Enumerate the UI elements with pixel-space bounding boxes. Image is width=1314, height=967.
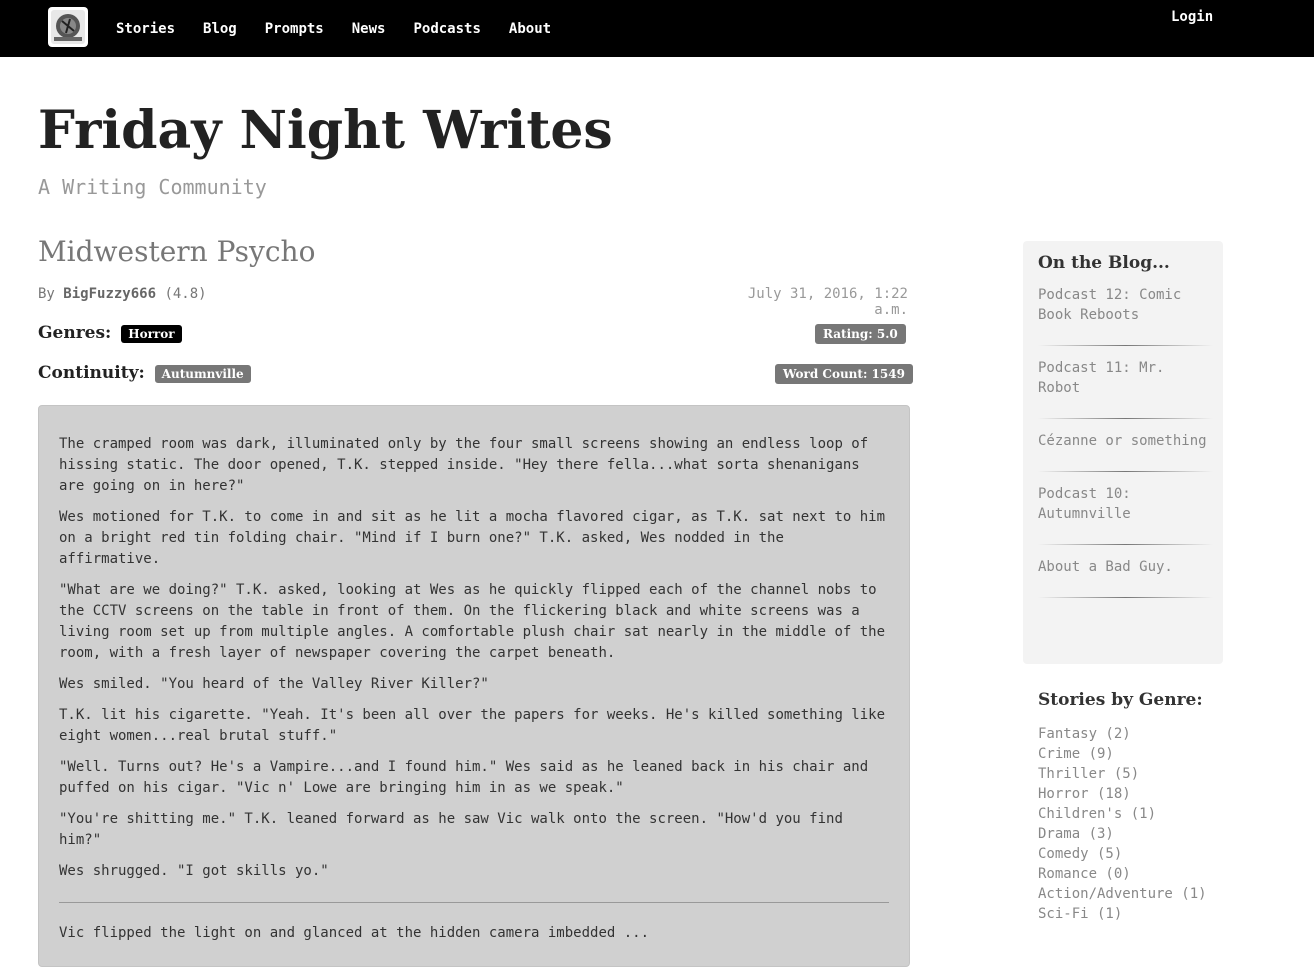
genre-tag[interactable]: Horror <box>121 324 182 343</box>
blog-link[interactable]: About a Bad Guy. <box>1038 557 1213 577</box>
genre-sidebar: Stories by Genre: Fantasy (2) Crime (9) … <box>1038 690 1238 924</box>
blog-link[interactable]: Podcast 11: Mr. Robot <box>1038 358 1213 398</box>
story-byline: By BigFuzzy666 (4.8) <box>38 286 207 302</box>
story-paragraph: The cramped room was dark, illuminated o… <box>59 436 869 494</box>
blog-link[interactable]: Cézanne or something <box>1038 431 1213 451</box>
story-paragraph: "You're shitting me." T.K. leaned forwar… <box>59 811 843 848</box>
byline-prefix: By <box>38 286 55 302</box>
story-paragraph: T.K. lit his cigarette. "Yeah. It's been… <box>59 707 886 744</box>
blog-divider <box>1038 345 1213 346</box>
rating-badge: Rating: 5.0 <box>815 324 906 344</box>
word-count-badge: Word Count: 1549 <box>775 364 913 384</box>
story-paragraph: Vic flipped the light on and glanced at … <box>59 925 650 941</box>
story-paragraph: "Well. Turns out? He's a Vampire...and I… <box>59 759 869 796</box>
blog-divider <box>1038 471 1213 472</box>
site-logo[interactable] <box>48 7 88 47</box>
blog-divider <box>1038 418 1213 419</box>
genre-heading: Stories by Genre: <box>1038 690 1203 710</box>
story-paragraph: Wes motioned for T.K. to come in and sit… <box>59 509 886 567</box>
top-navbar: Stories Blog Prompts News Podcasts About… <box>0 0 1314 57</box>
site-title[interactable]: Friday Night Writes <box>38 100 613 161</box>
nav-links: Stories Blog Prompts News Podcasts About <box>116 0 579 57</box>
genres-row: Genres: Horror <box>38 323 182 343</box>
nav-prompts[interactable]: Prompts <box>265 21 324 37</box>
scene-divider <box>59 902 889 903</box>
story-paragraph: Wes smiled. "You heard of the Valley Riv… <box>59 676 489 692</box>
genre-link-fantasy[interactable]: Fantasy (2) <box>1038 724 1238 744</box>
blog-link[interactable]: Podcast 10: Autumnville <box>1038 484 1213 524</box>
blog-sidebar: On the Blog... Podcast 12: Comic Book Re… <box>1023 241 1223 664</box>
genre-link-crime[interactable]: Crime (9) <box>1038 744 1238 764</box>
blog-heading: On the Blog... <box>1038 253 1170 273</box>
genre-link-drama[interactable]: Drama (3) <box>1038 824 1238 844</box>
author-link[interactable]: BigFuzzy666 <box>63 286 156 302</box>
genre-link-childrens[interactable]: Children's (1) <box>1038 804 1238 824</box>
site-subtitle: A Writing Community <box>38 175 267 199</box>
continuity-row: Continuity: Autumnville <box>38 363 251 383</box>
nav-about[interactable]: About <box>509 21 551 37</box>
continuity-label: Continuity: <box>38 363 145 383</box>
story-title: Midwestern Psycho <box>38 235 316 268</box>
blog-divider <box>1038 597 1213 598</box>
logo-icon <box>51 10 85 44</box>
author-rating: (4.8) <box>164 286 207 302</box>
login-link[interactable]: Login <box>1171 9 1213 25</box>
genre-link-comedy[interactable]: Comedy (5) <box>1038 844 1238 864</box>
genre-link-romance[interactable]: Romance (0) <box>1038 864 1238 884</box>
genre-link-sci-fi[interactable]: Sci-Fi (1) <box>1038 904 1238 924</box>
story-body: The cramped room was dark, illuminated o… <box>38 405 910 967</box>
genres-label: Genres: <box>38 323 112 343</box>
nav-stories[interactable]: Stories <box>116 21 175 37</box>
nav-news[interactable]: News <box>352 21 386 37</box>
blog-link[interactable]: Podcast 12: Comic Book Reboots <box>1038 285 1213 325</box>
story-paragraph: Wes shrugged. "I got skills yo." <box>59 863 329 879</box>
genre-link-action-adventure[interactable]: Action/Adventure (1) <box>1038 884 1238 904</box>
genre-link-horror[interactable]: Horror (18) <box>1038 784 1238 804</box>
nav-blog[interactable]: Blog <box>203 21 237 37</box>
story-paragraph: "What are we doing?" T.K. asked, looking… <box>59 582 886 661</box>
continuity-tag[interactable]: Autumnville <box>154 364 251 383</box>
blog-divider <box>1038 544 1213 545</box>
nav-podcasts[interactable]: Podcasts <box>413 21 480 37</box>
story-text: The cramped room was dark, illuminated o… <box>59 434 889 954</box>
genre-link-thriller[interactable]: Thriller (5) <box>1038 764 1238 784</box>
blog-list: On the Blog... Podcast 12: Comic Book Re… <box>1038 253 1213 598</box>
story-date: July 31, 2016, 1:22 a.m. <box>747 286 908 318</box>
